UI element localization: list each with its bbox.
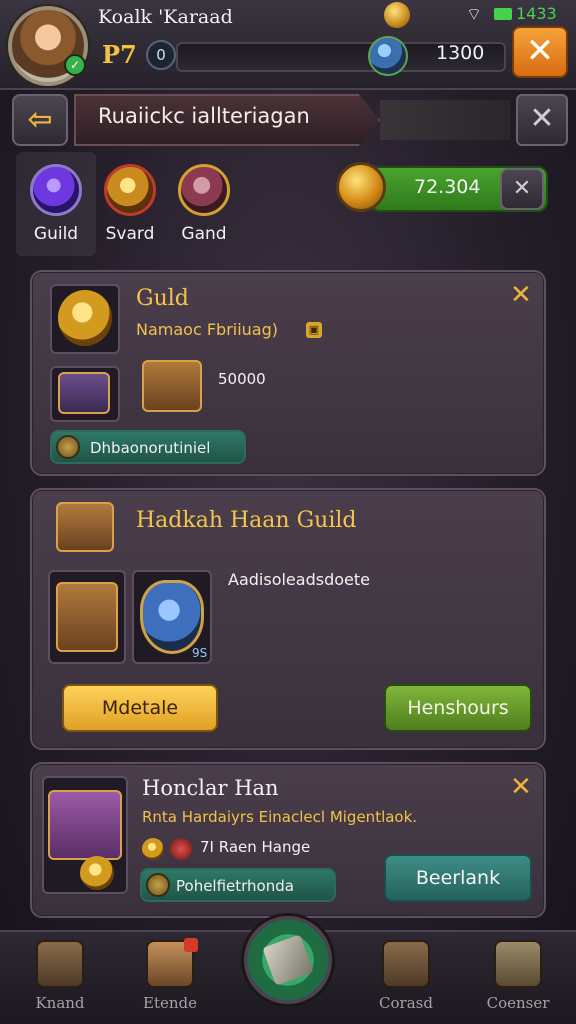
- card-subtitle: Rnta Hardaiyrs Einaclecl Migentlaok.: [142, 808, 418, 826]
- treasure-chest-icon: [142, 360, 202, 412]
- status-clock: 1433: [516, 4, 557, 23]
- blue-shield-icon: [140, 580, 204, 654]
- alert-badge-icon: [184, 938, 198, 952]
- shield-icon[interactable]: [36, 940, 84, 988]
- gem-icon: [368, 36, 408, 76]
- purple-orb-icon[interactable]: [30, 164, 82, 216]
- chest-icon[interactable]: [178, 164, 230, 216]
- card-title: Hadkah Haan Guild: [136, 508, 357, 533]
- tab-guild[interactable]: Guild: [16, 224, 96, 244]
- card-info: 7I Raen Hange: [200, 838, 311, 856]
- gold-ring-icon: [80, 856, 114, 890]
- gold-shield-icon: [142, 838, 164, 860]
- purple-chest-icon: [48, 790, 122, 860]
- online-status-icon: ✓: [64, 54, 86, 76]
- nav-item-etende[interactable]: Etende: [115, 994, 225, 1012]
- close-icon[interactable]: ✕: [512, 26, 568, 78]
- red-gem-icon: [170, 838, 192, 860]
- guild-action-label: Dhbaonorutiniel: [90, 439, 211, 457]
- nav-item-knand[interactable]: Knand: [5, 994, 115, 1012]
- back-arrow-icon[interactable]: ⇦: [12, 94, 68, 146]
- compass-icon: [146, 873, 170, 897]
- card-subtitle: Namaoc Fbriiuag): [136, 320, 279, 339]
- card-title: Honclar Han: [142, 776, 279, 800]
- nav-item-corasd[interactable]: Corasd: [351, 994, 461, 1012]
- ornate-chest-icon: [56, 582, 118, 652]
- crossed-tools-icon[interactable]: [494, 940, 542, 988]
- pohel-button[interactable]: Pohelfietrhonda: [140, 868, 336, 902]
- slot-badge: 9S: [192, 646, 208, 660]
- gold-emblem-icon: [58, 290, 112, 346]
- hensh-button[interactable]: Henshours: [384, 684, 532, 732]
- edit-icon[interactable]: ▣: [306, 322, 322, 338]
- beerlank-button[interactable]: Beerlank: [384, 854, 532, 902]
- tab-svard[interactable]: Svard: [90, 224, 170, 244]
- player-level-label: P7: [102, 40, 137, 69]
- xp-value: 1300: [436, 42, 485, 64]
- close-header-icon[interactable]: ✕: [516, 94, 568, 146]
- page-title: Ruaiickc iallteriagan: [98, 104, 310, 128]
- gold-coin-icon: [336, 162, 386, 212]
- guild-chest-icon: [56, 502, 114, 552]
- currency-value: 72.304: [414, 176, 481, 198]
- card-title: Guld: [136, 286, 189, 311]
- coin-icon: [384, 2, 410, 28]
- gold-emblem-icon[interactable]: [104, 164, 156, 216]
- player-level-number: 0: [146, 40, 176, 70]
- wifi-icon: ⌔: [466, 5, 482, 25]
- close-card-icon[interactable]: ✕: [510, 280, 532, 310]
- pohel-label: Pohelfietrhonda: [176, 877, 294, 895]
- guild-action-button[interactable]: Dhbaonorutiniel: [50, 430, 246, 464]
- reward-amount: 50000: [218, 370, 266, 388]
- crate-icon[interactable]: [382, 940, 430, 988]
- battery-icon: [494, 8, 512, 20]
- player-name: Koalk 'Karaad: [98, 6, 233, 28]
- card-description: Aadisoleadsdoete: [228, 570, 370, 589]
- nav-item-coenser[interactable]: Coenser: [463, 994, 573, 1012]
- close-card-icon[interactable]: ✕: [510, 772, 532, 802]
- currency-close-icon[interactable]: ✕: [500, 168, 544, 210]
- purple-chest-icon: [58, 372, 110, 414]
- header-decoration: [380, 100, 510, 140]
- details-button[interactable]: Mdetale: [62, 684, 218, 732]
- compass-icon: [56, 435, 80, 459]
- tab-gand[interactable]: Gand: [164, 224, 244, 244]
